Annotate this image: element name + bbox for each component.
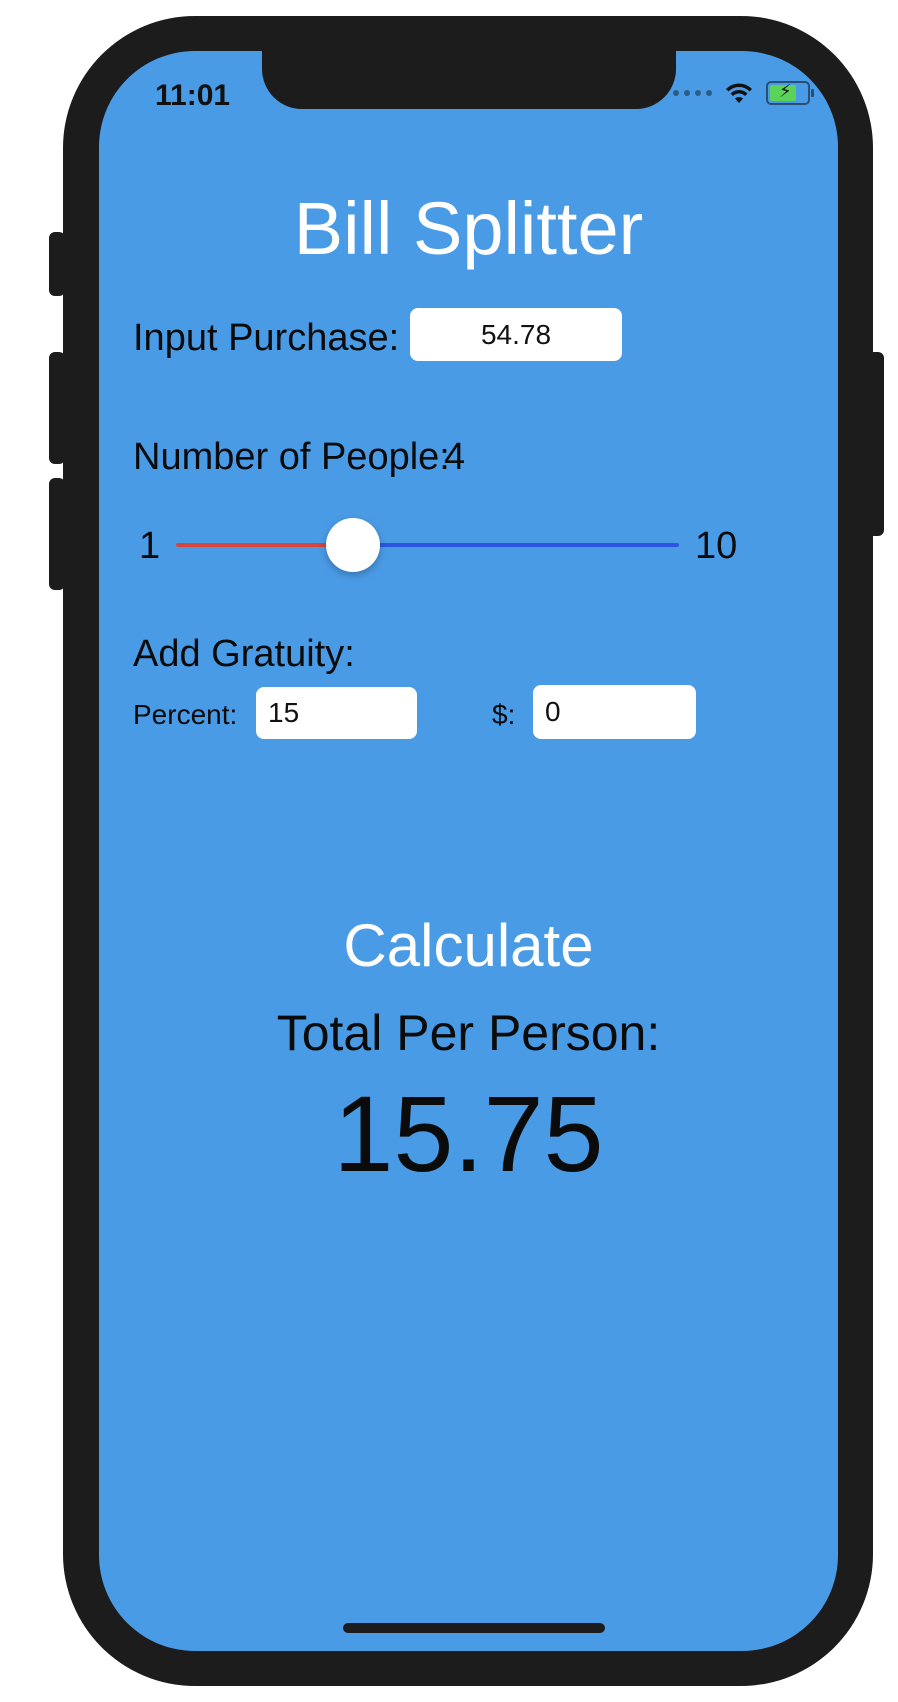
slider-max-label: 10 [695, 525, 738, 567]
percent-label: Percent: [133, 699, 238, 730]
dollar-label: $: [492, 699, 516, 730]
status-time: 11:01 [155, 79, 231, 112]
cellular-signal-icon [673, 90, 712, 96]
slider-max-track [352, 543, 679, 547]
gratuity-label: Add Gratuity: [133, 633, 355, 675]
people-label: Number of People: [133, 436, 450, 478]
slider-min-label: 1 [139, 525, 161, 567]
app-title: Bill Splitter [293, 187, 644, 270]
charging-bolt-icon: ⚡ [779, 81, 792, 101]
purchase-label: Input Purchase: [133, 317, 400, 359]
notch [262, 51, 676, 109]
people-slider[interactable] [176, 515, 679, 575]
purchase-input[interactable] [410, 308, 622, 361]
status-icons: ⚡ [673, 81, 814, 105]
dollar-input[interactable] [533, 685, 696, 739]
battery-charging-icon: ⚡ [766, 81, 814, 105]
device-mockup: 11:01 ⚡ Bill Splitter Input Purchase: Nu… [0, 0, 898, 1702]
total-per-person-value: 15.75 [333, 1073, 604, 1194]
wifi-icon [726, 83, 752, 103]
slider-thumb[interactable] [325, 518, 380, 572]
home-indicator[interactable] [343, 1623, 605, 1633]
people-count: 4 [444, 436, 466, 478]
app-screen: 11:01 ⚡ Bill Splitter Input Purchase: Nu… [99, 51, 838, 1651]
total-per-person-label: Total Per Person: [276, 1005, 661, 1061]
calculate-button[interactable]: Calculate [99, 911, 838, 980]
percent-input[interactable] [256, 687, 417, 739]
